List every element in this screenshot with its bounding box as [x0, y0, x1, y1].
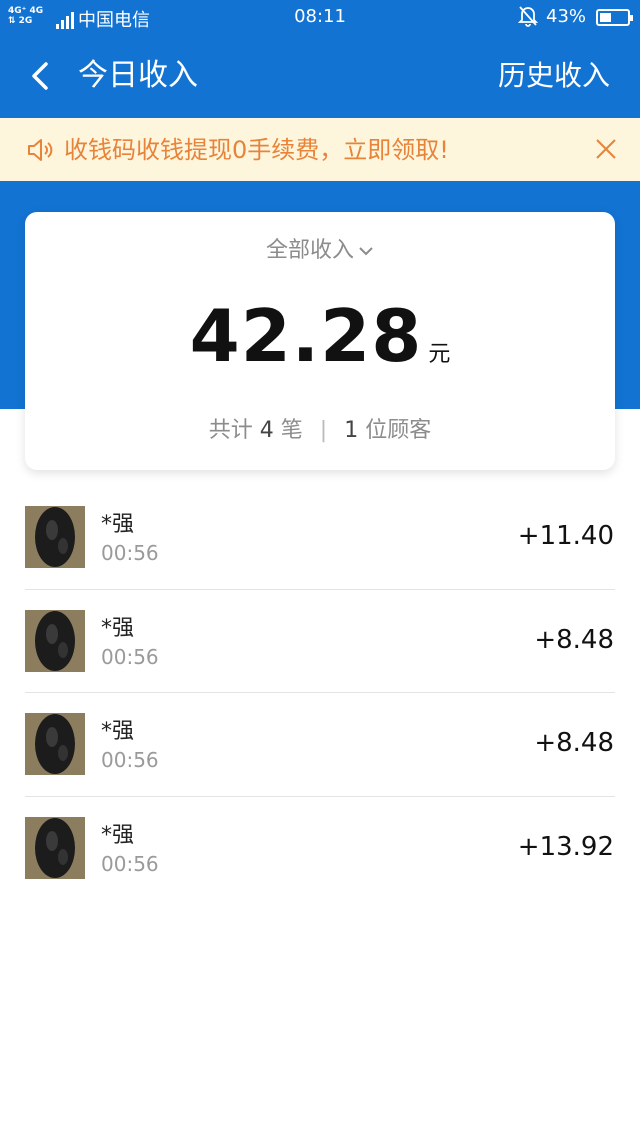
avatar — [25, 713, 85, 775]
avatar — [25, 816, 85, 879]
transaction-amount: +8.48 — [534, 728, 614, 758]
transaction-time: 00:56 — [101, 851, 159, 876]
battery-icon — [596, 9, 633, 26]
currency-unit: 元 — [428, 342, 451, 367]
transaction-row[interactable]: *强 00:56 +13.92 — [0, 797, 640, 901]
chevron-left-icon — [32, 62, 48, 90]
chevron-down-icon — [359, 247, 373, 256]
customer-count: 1 — [344, 418, 359, 443]
transaction-amount: +13.92 — [517, 831, 614, 862]
back-button[interactable] — [22, 56, 62, 96]
transaction-row[interactable]: *强 00:56 +11.40 — [0, 486, 640, 590]
income-filter-dropdown[interactable]: 全部收入 — [25, 232, 615, 264]
nav-bar: 今日收入 历史收入 — [0, 34, 640, 118]
transaction-row[interactable]: *强 00:56 +8.48 — [0, 693, 640, 797]
total-amount-row: 42.28 元 — [25, 294, 615, 378]
battery-percent: 43% — [546, 6, 587, 27]
filter-label: 全部收入 — [265, 238, 354, 263]
payer-name: *强 — [101, 822, 135, 848]
promo-notice-banner[interactable]: 收钱码收钱提现0手续费，立即领取! — [0, 118, 640, 181]
transaction-time: 00:56 — [101, 644, 159, 669]
stats-separator: | — [319, 418, 328, 443]
customers-suffix: 位顾客 — [365, 418, 432, 443]
status-bar: 4G⁺ 4G ⇅ 2G 中国电信 08:11 43% — [0, 0, 640, 34]
transaction-count: 4 — [259, 418, 274, 443]
history-income-link[interactable]: 历史收入 — [498, 56, 610, 96]
page-title: 今日收入 — [78, 58, 198, 93]
close-icon[interactable] — [592, 135, 620, 163]
payer-name: *强 — [101, 615, 135, 641]
avatar — [25, 506, 85, 568]
count-suffix: 笔 — [280, 418, 303, 443]
transaction-stats: 共计 4 笔 | 1 位顾客 — [25, 412, 615, 444]
total-amount: 42.28 — [189, 294, 423, 378]
notice-text: 收钱码收钱提现0手续费，立即领取! — [64, 136, 449, 164]
income-summary-card: 全部收入 42.28 元 共计 4 笔 | 1 位顾客 — [25, 212, 615, 470]
transaction-time: 00:56 — [101, 748, 159, 772]
payer-name: *强 — [101, 512, 135, 537]
transaction-row[interactable]: *强 00:56 +8.48 — [0, 590, 640, 693]
speaker-icon — [28, 139, 53, 161]
transaction-list: *强 00:56 +11.40 *强 00:56 +8.48 *强 00:56 … — [0, 486, 640, 900]
transaction-amount: +8.48 — [534, 624, 614, 655]
transaction-time: 00:56 — [101, 541, 159, 565]
payer-name: *强 — [101, 719, 135, 744]
avatar — [25, 609, 85, 672]
clock: 08:11 — [294, 6, 346, 27]
transaction-amount: +11.40 — [517, 521, 614, 551]
mute-bell-icon — [517, 5, 539, 32]
count-prefix: 共计 — [208, 418, 253, 443]
